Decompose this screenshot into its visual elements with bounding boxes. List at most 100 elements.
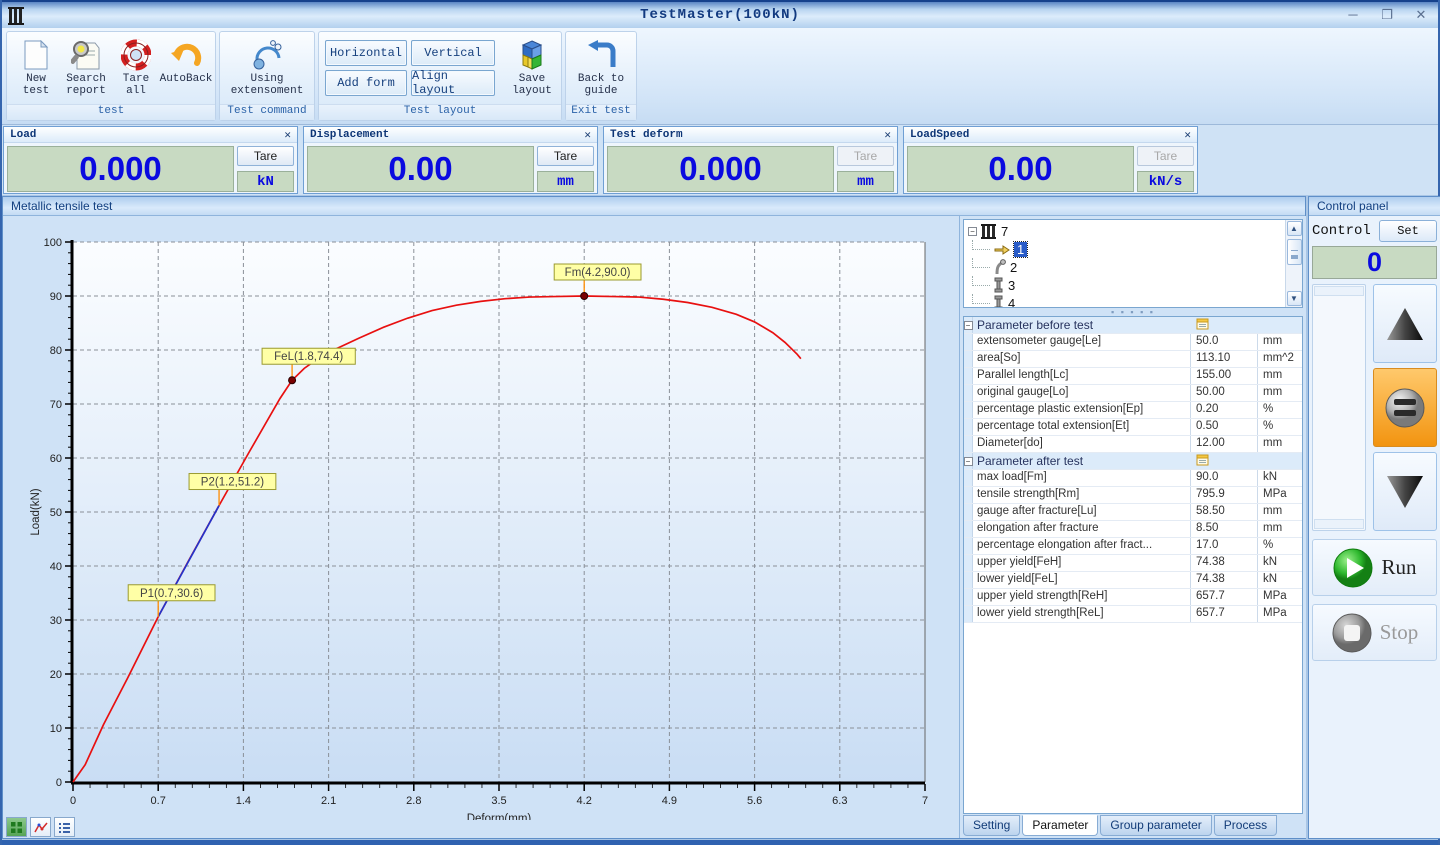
tare-button[interactable]: Tare (537, 146, 594, 166)
parameter-unit: mm (1258, 504, 1302, 520)
run-play-icon (1332, 547, 1374, 589)
tree-item-label[interactable]: 2 (1010, 260, 1017, 275)
search-report-button[interactable]: Search report (61, 34, 111, 97)
svg-text:100: 100 (44, 237, 62, 249)
parameter-row[interactable]: Parallel length[Lc]155.00mm (964, 368, 1302, 385)
curve-view-button[interactable] (30, 817, 51, 837)
close-icon[interactable]: ✕ (284, 128, 291, 142)
jog-stop-button[interactable] (1373, 368, 1437, 447)
tab-group-parameter[interactable]: Group parameter (1100, 815, 1211, 836)
parameter-row[interactable]: percentage elongation after fract...17.0… (964, 538, 1302, 555)
grid-view-button[interactable] (6, 817, 27, 837)
parameter-row[interactable]: elongation after fracture8.50mm (964, 521, 1302, 538)
jog-down-button[interactable] (1373, 452, 1437, 531)
meter-panel-loadspeed: LoadSpeed✕0.00TarekN/s (903, 126, 1198, 194)
tree-item-3[interactable]: 3 (968, 276, 1285, 294)
close-button[interactable]: ✕ (1412, 7, 1430, 23)
panel-splitter[interactable]: ▪ ▪ ▪ ▪ ▪ (960, 308, 1306, 316)
run-button[interactable]: Run (1312, 539, 1437, 596)
tree-expander-icon[interactable]: − (968, 227, 977, 236)
speed-track[interactable] (1312, 284, 1366, 531)
jog-up-button[interactable] (1373, 284, 1437, 363)
tare-button[interactable]: Tare (837, 146, 894, 166)
tree-item-label[interactable]: 1 (1014, 242, 1027, 257)
parameter-row[interactable]: gauge after fracture[Lu]58.50mm (964, 504, 1302, 521)
horizontal-button[interactable]: Horizontal (325, 40, 407, 66)
add-form-button[interactable]: Add form (325, 70, 407, 96)
align-layout-button[interactable]: Align layout (411, 70, 495, 96)
stop-button[interactable]: Stop (1312, 604, 1437, 661)
parameter-section-header[interactable]: −Parameter before test (964, 317, 1302, 334)
parameter-row[interactable]: original gauge[Lo]50.00mm (964, 385, 1302, 402)
minimize-button[interactable]: ─ (1344, 7, 1362, 23)
parameter-row[interactable]: percentage plastic extension[Ep]0.20% (964, 402, 1302, 419)
tree-scrollbar[interactable]: ▲ ▼ (1285, 220, 1302, 307)
form-icon[interactable] (1196, 321, 1210, 333)
test-panel-title: Metallic tensile test (3, 197, 1305, 216)
save-layout-button[interactable]: Save layout (507, 34, 557, 97)
scroll-thumb[interactable] (1287, 239, 1302, 265)
svg-text:10: 10 (50, 723, 62, 735)
set-button[interactable]: Set (1379, 220, 1437, 242)
svg-text:FeL(1.8,74.4): FeL(1.8,74.4) (274, 351, 343, 363)
meter-title: Test deform (610, 129, 683, 141)
tare-button[interactable]: Tare (237, 146, 294, 166)
close-icon[interactable]: ✕ (884, 128, 891, 142)
parameter-value: 74.38 (1191, 572, 1258, 588)
collapse-icon[interactable]: − (964, 457, 973, 466)
tare-button[interactable]: Tare (1137, 146, 1194, 166)
parameter-row[interactable]: upper yield[FeH]74.38kN (964, 555, 1302, 572)
ribbon-group-label-test-layout: Test layout (319, 104, 561, 120)
parameter-row[interactable]: Diameter[do]12.00mm (964, 436, 1302, 453)
parameter-name: elongation after fracture (973, 521, 1191, 537)
tree-item-1[interactable]: 1 (968, 240, 1285, 258)
tab-parameter[interactable]: Parameter (1022, 815, 1098, 836)
parameter-unit: MPa (1258, 487, 1302, 503)
scroll-down-icon[interactable]: ▼ (1287, 291, 1302, 306)
close-icon[interactable]: ✕ (1184, 128, 1191, 142)
list-view-button[interactable] (54, 817, 75, 837)
parameter-row[interactable]: max load[Fm]90.0kN (964, 470, 1302, 487)
tree-item-7[interactable]: −7 (968, 222, 1285, 240)
load-deform-chart: 010203040506070809010000.71.42.12.83.54.… (3, 216, 959, 820)
tree-item-label[interactable]: 7 (1001, 224, 1008, 239)
run-label: Run (1381, 555, 1416, 580)
parameter-value: 12.00 (1191, 436, 1258, 452)
back-to-guide-button[interactable]: Back to guide (570, 34, 632, 97)
parameter-unit: mm (1258, 334, 1302, 350)
parameter-name: upper yield[FeH] (973, 555, 1191, 571)
vertical-button[interactable]: Vertical (411, 40, 495, 66)
parameter-row[interactable]: extensometer gauge[Le]50.0mm (964, 334, 1302, 351)
tree-item-label[interactable]: 4 (1008, 296, 1015, 308)
parameter-section-header[interactable]: −Parameter after test (964, 453, 1302, 470)
tree-item-4[interactable]: 4 (968, 294, 1285, 307)
autoback-button[interactable]: AutoBack (161, 34, 211, 85)
meter-title: Displacement (310, 129, 389, 141)
parameter-unit: mm (1258, 436, 1302, 452)
parameter-value: 74.38 (1191, 555, 1258, 571)
parameter-row[interactable]: tensile strength[Rm]795.9MPa (964, 487, 1302, 504)
specimen-icon (994, 295, 1004, 307)
parameter-row[interactable]: lower yield strength[ReL]657.7MPa (964, 606, 1302, 623)
restore-button[interactable]: ❐ (1378, 7, 1396, 23)
scroll-up-icon[interactable]: ▲ (1287, 221, 1302, 236)
form-icon[interactable] (1196, 457, 1210, 469)
tab-process[interactable]: Process (1214, 815, 1277, 836)
new-test-button[interactable]: New test (11, 34, 61, 97)
chart-toolbar (6, 817, 75, 837)
svg-text:70: 70 (50, 399, 62, 411)
meter-unit: mm (837, 171, 894, 192)
tare-all-button[interactable]: Tare all (111, 34, 161, 97)
parameter-row[interactable]: area[So]113.10mm^2 (964, 351, 1302, 368)
using-extensometer-button[interactable]: Using extensoment (224, 34, 310, 97)
parameter-row[interactable]: percentage total extension[Et]0.50% (964, 419, 1302, 436)
tree-item-label[interactable]: 3 (1008, 278, 1015, 293)
tree-item-2[interactable]: 2 (968, 258, 1285, 276)
ribbon-group-label-test: test (7, 104, 215, 120)
parameter-row[interactable]: upper yield strength[ReH]657.7MPa (964, 589, 1302, 606)
collapse-icon[interactable]: − (964, 321, 973, 330)
close-icon[interactable]: ✕ (584, 128, 591, 142)
tab-setting[interactable]: Setting (963, 815, 1020, 836)
parameter-row[interactable]: lower yield[FeL]74.38kN (964, 572, 1302, 589)
parameter-unit: % (1258, 402, 1302, 418)
